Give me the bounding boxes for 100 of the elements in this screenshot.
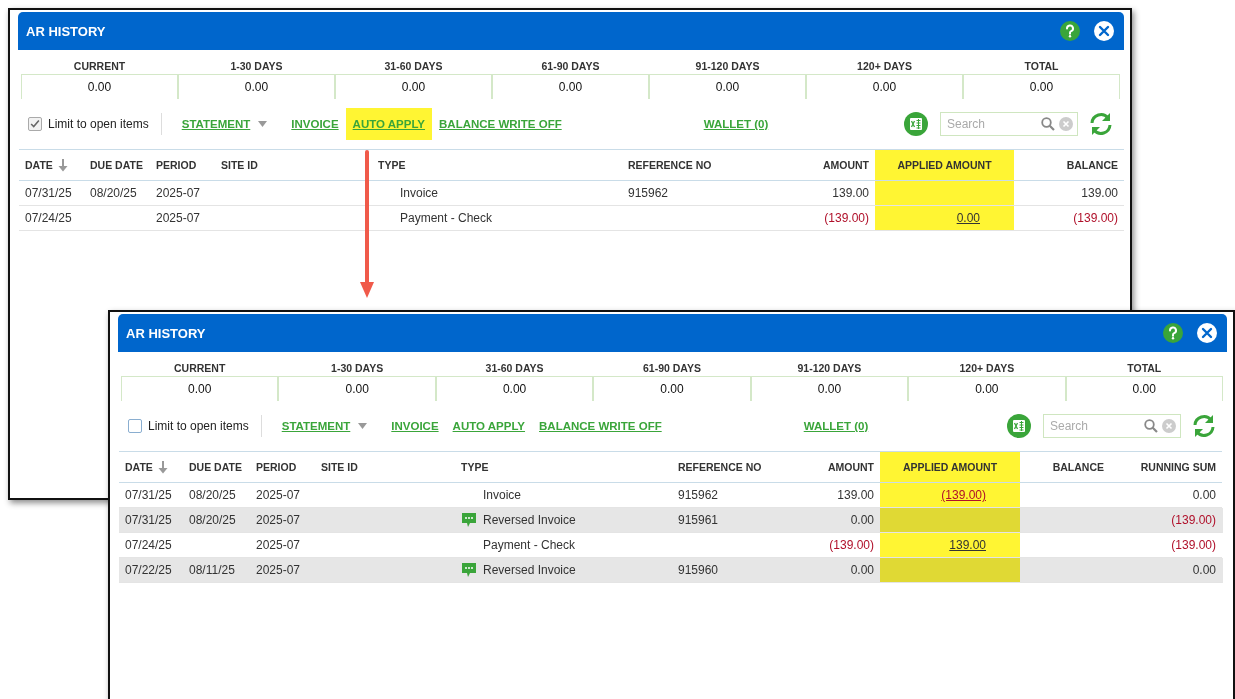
aging-value: 0.00	[21, 74, 178, 99]
comment-icon[interactable]	[461, 562, 477, 578]
column-header[interactable]: BALANCE	[1020, 451, 1110, 483]
aging-label: CURRENT	[72, 59, 127, 74]
checkbox[interactable]	[28, 117, 42, 131]
table-cell: (139.00)	[1171, 538, 1216, 552]
aging-label: 120+ DAYS	[958, 361, 1016, 376]
aging-value: 0.00	[593, 376, 751, 401]
table-cell: 2025-07	[256, 488, 301, 502]
column-header[interactable]: APPLIED AMOUNT	[875, 149, 1014, 181]
table-cell: (139.00)	[829, 538, 874, 552]
table-row[interactable]: 07/31/25 08/20/25 2025-07 Reversed Invoice 915961 0.00 (139.00)	[119, 508, 1223, 533]
checkbox-label[interactable]: Limit to open items	[148, 419, 249, 433]
table-cell: 08/20/25	[189, 513, 236, 527]
table-cell: Invoice	[400, 186, 439, 200]
column-header[interactable]: PERIOD	[250, 451, 315, 483]
close-icon[interactable]	[1094, 21, 1114, 41]
column-header[interactable]: TYPE	[455, 451, 672, 483]
aging-value: 0.00	[335, 74, 492, 99]
caret-icon[interactable]	[358, 423, 368, 429]
window-title: AR HISTORY	[126, 325, 207, 341]
aging-label: TOTAL	[1023, 59, 1060, 74]
table-cell: 07/31/25	[125, 513, 172, 527]
amount-link[interactable]: 139.00	[949, 538, 1014, 552]
column-header[interactable]: REFERENCE NO	[672, 451, 800, 483]
table-cell: Reversed Invoice	[483, 513, 576, 527]
aging-value: 0.00	[178, 74, 335, 99]
column-header[interactable]: APPLIED AMOUNT	[880, 451, 1020, 483]
aging-value: 0.00	[963, 74, 1120, 99]
column-header[interactable]: PERIOD	[150, 149, 215, 181]
table-cell: 07/24/25	[125, 538, 172, 552]
aging-value: 0.00	[1065, 376, 1223, 401]
clear-icon[interactable]	[1059, 117, 1073, 131]
table-cell: 2025-07	[256, 563, 301, 577]
aging-label: 61-90 DAYS	[642, 361, 702, 376]
amount-link[interactable]: 0.00	[956, 211, 1008, 225]
table-cell: 07/22/25	[125, 563, 172, 577]
table-cell: 07/31/25	[25, 186, 72, 200]
table-cell: 08/20/25	[90, 186, 137, 200]
checkbox[interactable]	[128, 419, 142, 433]
table-cell: 139.00	[832, 186, 869, 200]
column-header[interactable]: DATE	[119, 451, 183, 483]
aging-value: 0.00	[806, 74, 963, 99]
caret-icon[interactable]	[258, 121, 268, 127]
table-cell: 2025-07	[156, 186, 201, 200]
column-header[interactable]: DUE DATE	[183, 451, 250, 483]
aging-value: 0.00	[750, 376, 909, 401]
checkbox-label[interactable]: Limit to open items	[48, 117, 149, 131]
table-cell: 915961	[678, 513, 719, 527]
table-cell: 08/20/25	[189, 488, 236, 502]
aging-label: TOTAL	[1126, 361, 1163, 376]
table-cell: 0.00	[1192, 488, 1216, 502]
table-cell: Payment - Check	[483, 538, 576, 552]
column-header[interactable]: DATE	[19, 149, 84, 181]
column-header[interactable]: REFERENCE NO	[622, 149, 762, 181]
aging-label: 91-120 DAYS	[796, 361, 863, 376]
window-title: AR HISTORY	[26, 23, 107, 39]
help-icon[interactable]	[1163, 323, 1183, 343]
comment-icon[interactable]	[461, 512, 477, 528]
table-cell: Invoice	[483, 488, 522, 502]
table-cell: 915962	[678, 488, 719, 502]
table-cell: (139.00)	[824, 211, 869, 225]
amount-link[interactable]: (139.00)	[941, 488, 1014, 502]
table-cell: 08/11/25	[189, 563, 235, 577]
column-header[interactable]: DUE DATE	[84, 149, 150, 181]
column-header[interactable]: SITE ID	[315, 451, 455, 483]
column-header[interactable]: BALANCE	[1014, 149, 1124, 181]
search-icon[interactable]	[1144, 419, 1158, 433]
refresh-icon[interactable]	[1191, 414, 1217, 438]
table-cell: 07/31/25	[125, 488, 172, 502]
help-icon[interactable]	[1060, 21, 1080, 41]
table-row[interactable]: 07/22/25 08/11/25 2025-07 Reversed Invoice 915960 0.00 0.00	[119, 558, 1223, 583]
sort-down-icon[interactable]	[56, 158, 69, 172]
table-cell: Payment - Check	[400, 211, 493, 225]
aging-value: 0.00	[908, 376, 1066, 401]
spreadsheet-icon[interactable]	[904, 112, 928, 136]
table-cell: Reversed Invoice	[483, 563, 576, 577]
aging-value: 0.00	[121, 376, 279, 401]
aging-value: 0.00	[435, 376, 594, 401]
aging-label: CURRENT	[173, 361, 227, 376]
table-cell: 2025-07	[256, 538, 301, 552]
aging-label: 1-30 DAYS	[229, 59, 284, 74]
aging-label: 91-120 DAYS	[694, 59, 761, 74]
column-header[interactable]: SITE ID	[215, 149, 372, 181]
table-cell: 0.00	[1192, 563, 1216, 577]
search-icon[interactable]	[1041, 117, 1055, 131]
column-header[interactable]: TYPE	[372, 149, 622, 181]
aging-label: 1-30 DAYS	[330, 361, 385, 376]
clear-icon[interactable]	[1162, 419, 1176, 433]
column-header[interactable]: RUNNING SUM	[1110, 451, 1222, 483]
table-cell: 139.00	[1081, 186, 1118, 200]
sort-down-icon[interactable]	[156, 460, 169, 474]
table-cell: 2025-07	[156, 211, 201, 225]
aging-value: 0.00	[278, 376, 436, 401]
spreadsheet-icon[interactable]	[1007, 414, 1031, 438]
table-cell: 07/24/25	[25, 211, 72, 225]
table-cell: (139.00)	[1171, 513, 1216, 527]
table-cell: 2025-07	[256, 513, 301, 527]
refresh-icon[interactable]	[1088, 112, 1114, 136]
close-icon[interactable]	[1197, 323, 1217, 343]
